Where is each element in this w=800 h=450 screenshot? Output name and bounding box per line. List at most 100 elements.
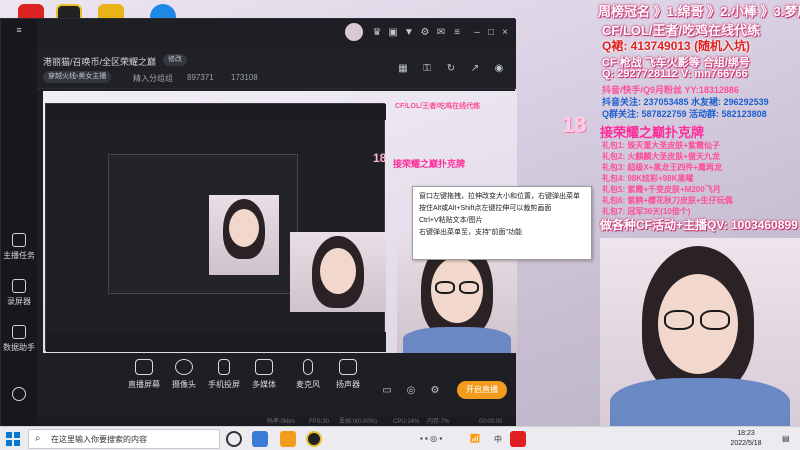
gift-icon[interactable]: ▣ xyxy=(387,27,399,39)
stat-followers: 173108 xyxy=(231,73,258,82)
help-tooltip: 窗口左键拖拽，拉伸改变大小和位置，右键弹出菜单 按住Alt或Alt+Shift点… xyxy=(412,186,592,260)
overlay-line-7: Q群关注: 587822759 活动群: 582123808 xyxy=(602,109,767,119)
media-button[interactable]: 多媒体 xyxy=(241,359,287,390)
source-controls: 直播屏幕 摄像头 手机投屏 多媒体 麦克风 扬声器 ▭ ◎ ⚙ 开启直播 xyxy=(37,353,516,417)
nested-webcam xyxy=(290,232,386,312)
gift-item: 礼包1: 毁灭重大圣皮肤+紫霞仙子 xyxy=(602,141,721,150)
speaker-button[interactable]: 扬声器 xyxy=(325,359,371,390)
app-icon[interactable] xyxy=(510,431,526,447)
go-live-button[interactable]: 开启直播 xyxy=(457,381,507,399)
glasses-icon xyxy=(700,310,730,330)
room-title: 港丽猫/召唤币/全区荣耀之巅 xyxy=(43,57,157,67)
nested-controls xyxy=(46,332,386,352)
nested-window-capture-inner xyxy=(108,154,298,294)
settings-icon[interactable]: ⚙ xyxy=(429,385,441,397)
control-label: 直播屏幕 xyxy=(128,380,160,389)
grid-icon[interactable]: ▦ xyxy=(397,63,409,75)
taskbar-search[interactable]: ⌕ 在这里输入你要搜索的内容 xyxy=(28,429,220,449)
overlay-badge-number: 18 xyxy=(562,112,587,137)
tooltip-line: 窗口左键拖拽，拉伸改变大小和位置，右键弹出菜单 xyxy=(419,193,580,200)
minimize-icon[interactable]: – xyxy=(471,27,483,39)
network-icon[interactable]: 📶 xyxy=(470,434,480,443)
webcam-feed xyxy=(600,238,800,428)
weekly-ranking: 周榜冠名 》1.绵哥 》2.小棒 》3.梦鹿 xyxy=(598,4,800,19)
task-icon xyxy=(12,233,26,247)
eye-icon[interactable]: ◎ xyxy=(405,385,417,397)
crown-icon[interactable]: ♛ xyxy=(371,27,383,39)
record-icon[interactable]: ▭ xyxy=(381,385,393,397)
control-label: 扬声器 xyxy=(336,380,360,389)
chart-icon xyxy=(12,325,26,339)
gift-item: 礼包6: 紫鹤+樱花秋刀皮肤+生仔玩偶 xyxy=(602,196,733,205)
nested-badge-number: 18 xyxy=(373,151,387,165)
tooltip-line: 按住Alt或Alt+Shift点左键拉伸可以裁剪画面 xyxy=(419,205,552,212)
settings-icon[interactable]: ⚙ xyxy=(419,27,431,39)
tooltip-line: Ctrl+V粘贴文本/图片 xyxy=(419,217,483,224)
sidebar-item-data[interactable]: 数据助手 xyxy=(1,325,37,353)
menu-icon[interactable]: ≡ xyxy=(451,27,463,39)
sidebar-item-tasks[interactable]: 主播任务 xyxy=(1,233,37,261)
windows-start-icon[interactable] xyxy=(6,432,20,446)
overlay-title: 接荣耀之巅扑克牌 xyxy=(600,125,705,140)
glasses-icon xyxy=(664,310,694,330)
person-face xyxy=(320,248,356,294)
sidebar-item-more[interactable] xyxy=(1,387,37,404)
gift-item: 礼包2: 火麒麟大圣皮肤+傲天九龙 xyxy=(602,152,721,161)
camera-icon[interactable]: ◉ xyxy=(493,63,505,75)
play-icon xyxy=(255,359,273,375)
record-icon xyxy=(12,279,26,293)
stat-viewers: 897371 xyxy=(187,73,214,82)
search-placeholder: 在这里输入你要搜索的内容 xyxy=(51,435,147,444)
tooltip-line: 右键弹出菜单至，支持"前面"功能 xyxy=(419,229,522,236)
title-bar: ♛ ▣ ▼ ⚙ ✉ ≡ – □ × xyxy=(37,19,516,49)
control-label: 麦克风 xyxy=(296,380,320,389)
nested-title: 接荣耀之巅扑克牌 xyxy=(393,159,466,169)
edit-title-button[interactable]: 修改 xyxy=(163,54,187,66)
category-label: 穿越火线 xyxy=(48,73,76,80)
glasses-icon xyxy=(459,281,479,294)
nested-webcam xyxy=(209,195,279,275)
person-face xyxy=(229,209,259,247)
clock-time: 18:23 xyxy=(737,430,755,437)
ime-indicator[interactable]: 中 xyxy=(494,434,502,445)
windows-taskbar: ⌕ 在这里输入你要搜索的内容 ▪ ▪ ◎ ▪ 📶 中 18:23 2022/5/… xyxy=(0,426,800,450)
microphone-icon xyxy=(303,359,313,375)
control-label: 手机投屏 xyxy=(208,380,240,389)
left-sidebar: ≡ 主播任务 录屏器 数据助手 xyxy=(1,19,37,427)
app-icon[interactable] xyxy=(252,431,268,447)
lock-icon[interactable]: ⚿ xyxy=(421,63,433,75)
maximize-icon[interactable]: □ xyxy=(485,27,497,39)
clock-date: 2022/5/18 xyxy=(730,440,762,447)
nested-titlebar xyxy=(46,104,386,120)
close-icon[interactable]: × xyxy=(499,27,511,39)
avatar[interactable] xyxy=(345,23,363,41)
gift-item: 礼包3: 超级X+黑龙王四件+鹰再龙 xyxy=(602,163,723,172)
overlay-line-4: Q: 2927728112 V: mn766766 xyxy=(602,68,748,80)
overlay-line-2: Q裙: 413749013 (随机入坑) xyxy=(602,39,751,53)
anchor-label: 美女主播 xyxy=(78,73,107,80)
person-shirt xyxy=(403,327,511,353)
sidebar-label: 录屏器 xyxy=(7,297,31,306)
sidebar-label: 数据助手 xyxy=(3,343,35,352)
share-icon[interactable]: ↗ xyxy=(469,63,481,75)
shirt-icon[interactable]: ▼ xyxy=(403,27,415,39)
gift-item: 礼包5: 紫霞+千变皮肤+M200飞月 xyxy=(602,185,721,194)
notification-icon[interactable]: ▤ xyxy=(782,434,790,443)
phone-icon xyxy=(218,359,230,375)
search-icon: ⌕ xyxy=(35,433,41,444)
tray-icons[interactable]: ▪ ▪ ◎ ▪ xyxy=(420,434,442,443)
task-view-icon[interactable] xyxy=(226,431,242,447)
car-icon xyxy=(12,387,26,401)
nested-window-capture xyxy=(45,103,386,352)
sidebar-item-recorder[interactable]: 录屏器 xyxy=(1,279,37,307)
category-chip[interactable]: 穿越火线›美女主播 xyxy=(43,71,112,83)
app-icon[interactable] xyxy=(280,431,296,447)
sidebar-menu[interactable]: ≡ xyxy=(1,25,37,35)
channel-hint: 精入分组组 xyxy=(133,74,173,83)
app-icon[interactable] xyxy=(306,431,322,447)
nested-overlay-text: CF/LOL/王者/吃鸡在线代练 xyxy=(395,103,481,110)
gift-item: 礼包4: 98K炫彩+98K黑曜 xyxy=(602,174,694,183)
refresh-icon[interactable]: ↻ xyxy=(445,63,457,75)
system-clock[interactable]: 18:23 2022/5/18 xyxy=(718,429,774,449)
mail-icon[interactable]: ✉ xyxy=(435,27,447,39)
